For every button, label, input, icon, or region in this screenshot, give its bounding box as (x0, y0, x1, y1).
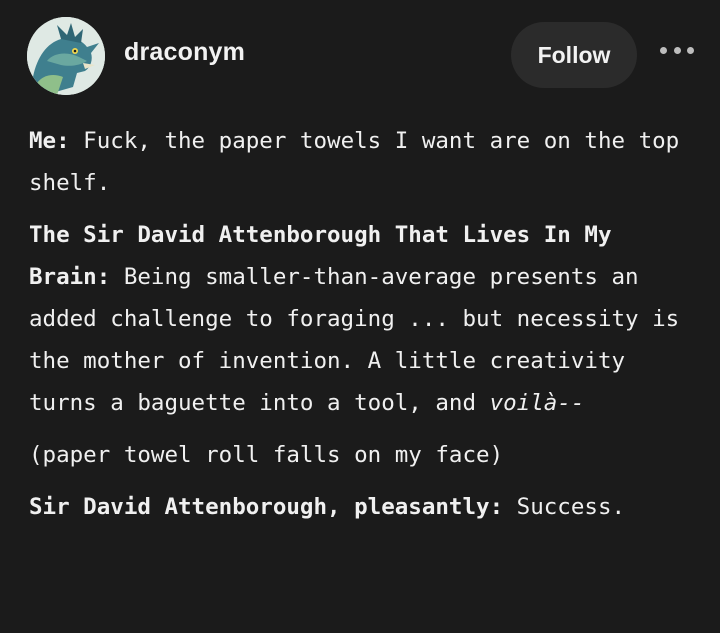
speaker-label: Sir David Attenborough, pleasantly: (29, 494, 504, 520)
dialogue-text: Fuck, the paper towels I want are on the… (29, 128, 680, 196)
dialogue-line: Sir David Attenborough, pleasantly: Succ… (29, 486, 699, 528)
emphasis-text: voilà-- (489, 390, 585, 416)
dialogue-line: Me: Fuck, the paper towels I want are on… (29, 120, 699, 204)
dragon-avatar-icon (27, 17, 105, 95)
post-body: Me: Fuck, the paper towels I want are on… (29, 120, 699, 528)
dialogue-text: (paper towel roll falls on my face) (29, 442, 504, 468)
dot (660, 46, 667, 54)
dot (687, 46, 694, 54)
username[interactable]: draconym (124, 38, 245, 67)
dot (673, 46, 681, 54)
dialogue-line: The Sir David Attenborough That Lives In… (29, 214, 699, 424)
dialogue-text: Success. (503, 494, 626, 520)
follow-button[interactable]: Follow (511, 22, 637, 88)
speaker-label: Me: (29, 128, 70, 154)
avatar[interactable] (27, 17, 105, 95)
more-horizontal-icon[interactable] (660, 44, 694, 56)
stage-direction: (paper towel roll falls on my face) (29, 434, 699, 476)
post-header: draconym Follow (0, 0, 720, 110)
